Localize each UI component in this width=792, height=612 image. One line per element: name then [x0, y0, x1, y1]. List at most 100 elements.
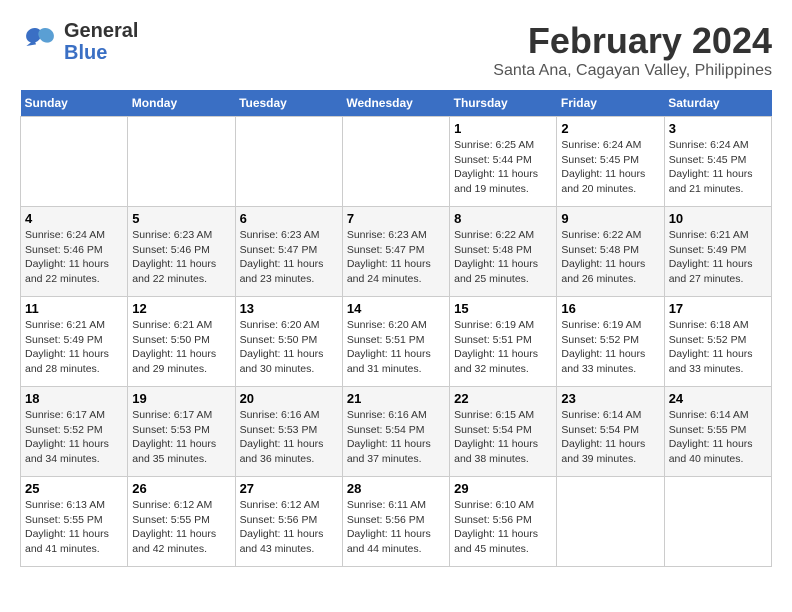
- calendar-cell: 6Sunrise: 6:23 AMSunset: 5:47 PMDaylight…: [235, 207, 342, 297]
- day-number: 24: [669, 391, 767, 406]
- location-title: Santa Ana, Cagayan Valley, Philippines: [493, 62, 772, 80]
- day-number: 14: [347, 301, 445, 316]
- calendar-cell: 14 Sunrise: 6:20 AMSunset: 5:51 PMDayligh…: [342, 297, 449, 387]
- day-number: 18: [25, 391, 123, 406]
- calendar-cell: 15 Sunrise: 6:19 AMSunset: 5:51 PMDayligh…: [450, 297, 557, 387]
- title-block: February 2024 Santa Ana, Cagayan Valley,…: [493, 20, 772, 80]
- day-number: 20: [240, 391, 338, 406]
- day-number: 2: [561, 121, 659, 136]
- calendar-cell: 23 Sunrise: 6:14 AMSunset: 5:54 PMDayligh…: [557, 387, 664, 477]
- header-row: SundayMondayTuesdayWednesdayThursdayFrid…: [21, 90, 772, 117]
- calendar-cell: 5 Sunrise: 6:23 AMSunset: 5:46 PMDaylight…: [128, 207, 235, 297]
- day-number: 19: [132, 391, 230, 406]
- day-number: 1: [454, 121, 552, 136]
- day-info: Sunrise: 6:13 AMSunset: 5:55 PMDaylight:…: [25, 498, 123, 557]
- day-info: Sunrise: 6:14 AMSunset: 5:54 PMDaylight:…: [561, 408, 659, 467]
- calendar-cell: 16 Sunrise: 6:19 AMSunset: 5:52 PMDayligh…: [557, 297, 664, 387]
- day-number: 9: [561, 211, 659, 226]
- day-number: 13: [240, 301, 338, 316]
- col-header-friday: Friday: [557, 90, 664, 117]
- day-info: Sunrise: 6:23 AMSunset: 5:46 PMDaylight:…: [132, 228, 230, 287]
- day-info: Sunrise: 6:11 AMSunset: 5:56 PMDaylight:…: [347, 498, 445, 557]
- day-number: 11: [25, 301, 123, 316]
- logo-name: General Blue: [64, 20, 138, 64]
- day-info: Sunrise: 6:16 AMSunset: 5:53 PMDaylight:…: [240, 408, 338, 467]
- calendar-cell: 24 Sunrise: 6:14 AMSunset: 5:55 PMDayligh…: [664, 387, 771, 477]
- calendar-cell: 17Sunrise: 6:18 AMSunset: 5:52 PMDayligh…: [664, 297, 771, 387]
- calendar-cell: 2 Sunrise: 6:24 AMSunset: 5:45 PMDaylight…: [557, 117, 664, 207]
- calendar-cell: 28 Sunrise: 6:11 AMSunset: 5:56 PMDayligh…: [342, 477, 449, 567]
- day-number: 27: [240, 481, 338, 496]
- day-info: Sunrise: 6:16 AMSunset: 5:54 PMDaylight:…: [347, 408, 445, 467]
- day-info: Sunrise: 6:17 AMSunset: 5:53 PMDaylight:…: [132, 408, 230, 467]
- day-number: 28: [347, 481, 445, 496]
- day-info: Sunrise: 6:24 AMSunset: 5:45 PMDaylight:…: [561, 138, 659, 197]
- calendar-table: SundayMondayTuesdayWednesdayThursdayFrid…: [20, 90, 772, 567]
- calendar-cell: [664, 477, 771, 567]
- calendar-cell: 25 Sunrise: 6:13 AMSunset: 5:55 PMDayligh…: [21, 477, 128, 567]
- calendar-cell: [342, 117, 449, 207]
- day-info: Sunrise: 6:20 AMSunset: 5:51 PMDaylight:…: [347, 318, 445, 377]
- day-number: 29: [454, 481, 552, 496]
- day-info: Sunrise: 6:19 AMSunset: 5:51 PMDaylight:…: [454, 318, 552, 377]
- day-info: Sunrise: 6:17 AMSunset: 5:52 PMDaylight:…: [25, 408, 123, 467]
- logo-blue-text: Blue: [64, 42, 138, 64]
- calendar-cell: 1 Sunrise: 6:25 AMSunset: 5:44 PMDaylight…: [450, 117, 557, 207]
- day-info: Sunrise: 6:23 AMSunset: 5:47 PMDaylight:…: [347, 228, 445, 287]
- calendar-cell: 29 Sunrise: 6:10 AMSunset: 5:56 PMDayligh…: [450, 477, 557, 567]
- day-number: 7: [347, 211, 445, 226]
- calendar-cell: [235, 117, 342, 207]
- day-number: 21: [347, 391, 445, 406]
- col-header-thursday: Thursday: [450, 90, 557, 117]
- week-row-3: 18 Sunrise: 6:17 AMSunset: 5:52 PMDayligh…: [21, 387, 772, 477]
- calendar-cell: 19 Sunrise: 6:17 AMSunset: 5:53 PMDayligh…: [128, 387, 235, 477]
- calendar-cell: 12Sunrise: 6:21 AMSunset: 5:50 PMDayligh…: [128, 297, 235, 387]
- calendar-cell: 18 Sunrise: 6:17 AMSunset: 5:52 PMDayligh…: [21, 387, 128, 477]
- day-info: Sunrise: 6:20 AMSunset: 5:50 PMDaylight:…: [240, 318, 338, 377]
- day-info: Sunrise: 6:14 AMSunset: 5:55 PMDaylight:…: [669, 408, 767, 467]
- calendar-cell: 11 Sunrise: 6:21 AMSunset: 5:49 PMDayligh…: [21, 297, 128, 387]
- calendar-cell: 21 Sunrise: 6:16 AMSunset: 5:54 PMDayligh…: [342, 387, 449, 477]
- day-number: 23: [561, 391, 659, 406]
- day-number: 5: [132, 211, 230, 226]
- col-header-wednesday: Wednesday: [342, 90, 449, 117]
- calendar-cell: [128, 117, 235, 207]
- day-info: Sunrise: 6:22 AMSunset: 5:48 PMDaylight:…: [454, 228, 552, 287]
- day-info: Sunrise: 6:25 AMSunset: 5:44 PMDaylight:…: [454, 138, 552, 197]
- day-number: 6: [240, 211, 338, 226]
- col-header-sunday: Sunday: [21, 90, 128, 117]
- day-number: 25: [25, 481, 123, 496]
- col-header-monday: Monday: [128, 90, 235, 117]
- calendar-cell: [21, 117, 128, 207]
- week-row-2: 11 Sunrise: 6:21 AMSunset: 5:49 PMDayligh…: [21, 297, 772, 387]
- page-header: General Blue February 2024 Santa Ana, Ca…: [20, 20, 772, 80]
- day-number: 8: [454, 211, 552, 226]
- calendar-cell: 9 Sunrise: 6:22 AMSunset: 5:48 PMDaylight…: [557, 207, 664, 297]
- day-number: 10: [669, 211, 767, 226]
- day-info: Sunrise: 6:21 AMSunset: 5:49 PMDaylight:…: [669, 228, 767, 287]
- week-row-0: 1 Sunrise: 6:25 AMSunset: 5:44 PMDaylight…: [21, 117, 772, 207]
- day-info: Sunrise: 6:12 AMSunset: 5:56 PMDaylight:…: [240, 498, 338, 557]
- calendar-cell: 7 Sunrise: 6:23 AMSunset: 5:47 PMDaylight…: [342, 207, 449, 297]
- day-number: 4: [25, 211, 123, 226]
- day-info: Sunrise: 6:10 AMSunset: 5:56 PMDaylight:…: [454, 498, 552, 557]
- day-number: 16: [561, 301, 659, 316]
- day-info: Sunrise: 6:24 AMSunset: 5:45 PMDaylight:…: [669, 138, 767, 197]
- logo-icon: [20, 22, 60, 62]
- day-info: Sunrise: 6:24 AMSunset: 5:46 PMDaylight:…: [25, 228, 123, 287]
- day-info: Sunrise: 6:21 AMSunset: 5:49 PMDaylight:…: [25, 318, 123, 377]
- day-info: Sunrise: 6:15 AMSunset: 5:54 PMDaylight:…: [454, 408, 552, 467]
- day-info: Sunrise: 6:19 AMSunset: 5:52 PMDaylight:…: [561, 318, 659, 377]
- day-number: 22: [454, 391, 552, 406]
- calendar-cell: 27 Sunrise: 6:12 AMSunset: 5:56 PMDayligh…: [235, 477, 342, 567]
- calendar-cell: 26Sunrise: 6:12 AMSunset: 5:55 PMDayligh…: [128, 477, 235, 567]
- day-number: 15: [454, 301, 552, 316]
- week-row-4: 25 Sunrise: 6:13 AMSunset: 5:55 PMDayligh…: [21, 477, 772, 567]
- day-info: Sunrise: 6:21 AMSunset: 5:50 PMDaylight:…: [132, 318, 230, 377]
- day-info: Sunrise: 6:18 AMSunset: 5:52 PMDaylight:…: [669, 318, 767, 377]
- logo-general-text: General: [64, 20, 138, 42]
- day-info: Sunrise: 6:22 AMSunset: 5:48 PMDaylight:…: [561, 228, 659, 287]
- col-header-tuesday: Tuesday: [235, 90, 342, 117]
- week-row-1: 4 Sunrise: 6:24 AMSunset: 5:46 PMDaylight…: [21, 207, 772, 297]
- calendar-cell: 10 Sunrise: 6:21 AMSunset: 5:49 PMDayligh…: [664, 207, 771, 297]
